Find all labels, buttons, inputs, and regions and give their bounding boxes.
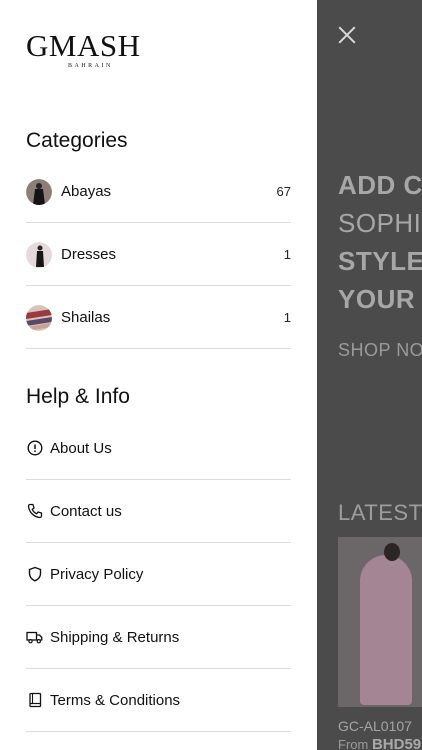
product-sku: GC-AL0107 [338, 718, 412, 734]
product-figure-head [384, 543, 400, 561]
abaya-thumbnail-icon [26, 178, 52, 205]
help-item-label: Contact us [50, 502, 122, 520]
price-value: BHD59 [371, 736, 422, 750]
help-info-heading: Help & Info [26, 385, 130, 408]
hero-line-1: ADD C [338, 170, 422, 200]
help-item-about-us[interactable]: About Us [26, 417, 291, 480]
category-count: 67 [276, 184, 291, 199]
hero-line-3: STYLES [338, 246, 422, 276]
category-label: Abayas [61, 183, 112, 200]
logo-subtitle: BAHRAIN [68, 63, 113, 69]
category-count: 1 [283, 247, 291, 262]
help-item-label: Shipping & Returns [50, 628, 180, 646]
phone-icon [26, 503, 43, 520]
price-prefix: From [338, 737, 369, 750]
help-item-label: Terms & Conditions [50, 691, 181, 709]
close-icon[interactable] [336, 24, 358, 46]
brand-logo[interactable]: GMASH BAHRAIN [26, 30, 156, 69]
logo-wordmark: GMASH [26, 28, 141, 63]
categories-heading: Categories [26, 129, 128, 152]
product-price: From BHD59 [338, 736, 421, 750]
help-item-privacy-policy[interactable]: Privacy Policy [26, 543, 291, 606]
help-item-shipping-returns[interactable]: Shipping & Returns [26, 606, 291, 669]
info-icon [26, 440, 43, 457]
help-item-label: Privacy Policy [50, 565, 144, 583]
dress-thumbnail-icon [26, 241, 52, 268]
help-item-label: About Us [50, 439, 112, 457]
shield-icon [26, 566, 43, 583]
shop-now-link[interactable]: SHOP NO [338, 340, 422, 361]
help-item-terms-conditions[interactable]: Terms & Conditions [26, 669, 291, 732]
category-label: Dresses [61, 246, 117, 263]
truck-icon [26, 629, 43, 646]
product-image[interactable] [338, 537, 422, 707]
category-item-abayas[interactable]: Abayas 67 [26, 161, 291, 223]
category-item-dresses[interactable]: Dresses 1 [26, 224, 291, 286]
hero-line-4: YOUR V [338, 284, 422, 314]
shaila-thumbnail-icon [26, 304, 52, 331]
latest-heading: LATEST I [338, 500, 422, 525]
help-item-contact-us[interactable]: Contact us [26, 480, 291, 543]
navigation-drawer: GMASH BAHRAIN Categories Abayas 67 Dress… [0, 0, 317, 750]
book-icon [26, 692, 43, 709]
category-label: Shailas [61, 309, 111, 326]
product-figure [360, 555, 412, 705]
hero-line-2: SOPHIS [338, 208, 422, 238]
category-count: 1 [283, 310, 291, 325]
category-item-shailas[interactable]: Shailas 1 [26, 287, 291, 349]
